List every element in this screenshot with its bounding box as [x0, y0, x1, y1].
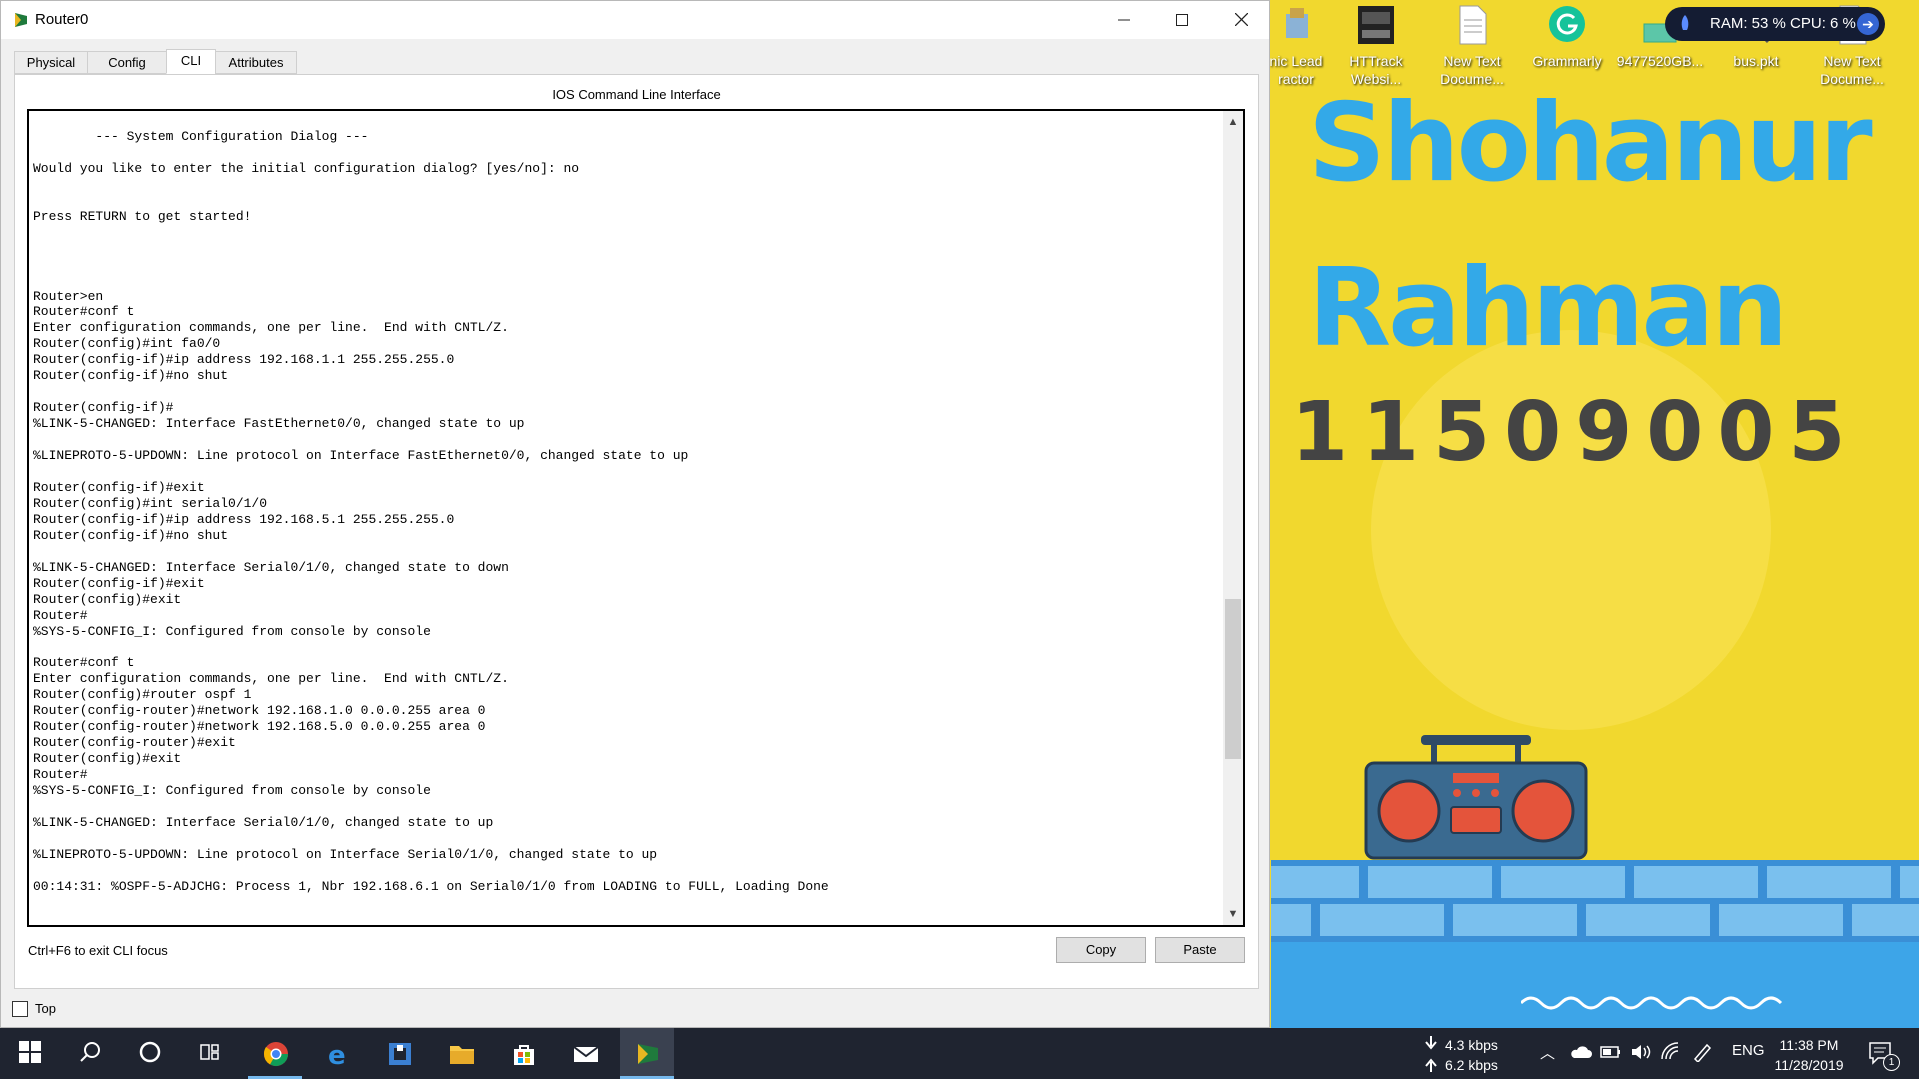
cortana-icon — [139, 1041, 161, 1063]
file-explorer-icon — [450, 1046, 474, 1064]
window-title: Router0 — [35, 11, 89, 28]
upload-arrow-icon — [1425, 1058, 1437, 1072]
wave-decoration — [1521, 996, 1783, 1010]
mail-icon — [573, 1046, 599, 1062]
volume-icon[interactable] — [1630, 1042, 1652, 1062]
app-icon — [389, 1043, 411, 1065]
taskbar: e 4.3 kbps 6.2 kbps ︿ ENG 11:38 PM 11/28… — [0, 1028, 1919, 1079]
desktop-icon-new-text-1[interactable]: New Text Docume... — [1426, 4, 1518, 88]
edge-icon: e — [328, 1041, 346, 1067]
store-icon — [514, 1045, 534, 1065]
close-button[interactable] — [1212, 1, 1270, 39]
resource-monitor-text: RAM: 53 % CPU: 6 % — [1710, 15, 1856, 32]
onedrive-icon[interactable] — [1570, 1042, 1592, 1062]
scrollbar-thumb[interactable] — [1225, 599, 1241, 759]
tab-physical[interactable]: Physical — [14, 51, 88, 74]
wallpaper-id-number: 11509005 — [1291, 385, 1860, 480]
maximize-button[interactable] — [1153, 1, 1211, 39]
paste-button[interactable]: Paste — [1155, 937, 1245, 963]
app-icon — [1286, 8, 1308, 38]
mail-taskbar-button[interactable] — [558, 1028, 612, 1079]
network-download-speed: 4.3 kbps — [1445, 1037, 1498, 1053]
text-file-icon — [1459, 5, 1487, 45]
brick-wall — [1271, 860, 1919, 942]
notification-count: 1 — [1883, 1054, 1900, 1071]
task-view-button[interactable] — [184, 1028, 238, 1079]
battery-icon[interactable] — [1600, 1042, 1622, 1062]
tab-config[interactable]: Config — [87, 51, 167, 74]
chevron-down-icon[interactable]: ▼ — [1223, 905, 1243, 923]
cli-focus-hint: Ctrl+F6 to exit CLI focus — [28, 943, 168, 958]
rocket-icon — [1681, 15, 1689, 30]
arrow-right-icon[interactable]: ➔ — [1857, 13, 1879, 35]
download-arrow-icon — [1425, 1036, 1437, 1050]
desktop-wallpaper: Shohanur Rahman 11509005 — [1271, 0, 1919, 1028]
minimize-button[interactable] — [1095, 1, 1153, 39]
cortana-button[interactable] — [124, 1028, 178, 1079]
packet-tracer-taskbar-button[interactable] — [620, 1028, 674, 1079]
svg-text:e: e — [328, 1041, 346, 1067]
minimize-icon — [1118, 19, 1130, 21]
terminal-scrollbar[interactable]: ▲ ▼ — [1223, 111, 1243, 925]
resource-monitor-widget[interactable]: RAM: 53 % CPU: 6 % ➔ — [1665, 7, 1885, 41]
desktop-icon-grammarly[interactable]: Grammarly — [1521, 4, 1613, 70]
chevron-up-icon[interactable]: ︿ — [1540, 1042, 1555, 1063]
pen-icon[interactable] — [1692, 1042, 1714, 1062]
wallpaper-name-last: Rahman — [1308, 246, 1788, 371]
wallpaper-name-first: Shohanur — [1308, 81, 1873, 206]
cli-output[interactable]: --- System Configuration Dialog --- Woul… — [33, 129, 829, 895]
desktop-icon-httrack[interactable]: HTTrack Websi... — [1330, 4, 1422, 88]
app-taskbar-button[interactable] — [372, 1028, 426, 1079]
grammarly-icon — [1549, 6, 1585, 42]
close-icon — [1234, 12, 1248, 27]
network-upload-speed: 6.2 kbps — [1445, 1057, 1498, 1073]
cli-heading: IOS Command Line Interface — [552, 87, 721, 102]
boombox-illustration — [1364, 735, 1588, 860]
tab-cli[interactable]: CLI — [166, 49, 216, 74]
chevron-up-icon[interactable]: ▲ — [1223, 113, 1243, 131]
clock-date[interactable]: 11/28/2019 — [1774, 1057, 1844, 1073]
water-area — [1271, 942, 1919, 1028]
maximize-icon — [1176, 14, 1188, 26]
copy-button[interactable]: Copy — [1056, 937, 1146, 963]
title-bar[interactable]: Router0 — [1, 1, 1269, 39]
store-taskbar-button[interactable] — [496, 1028, 550, 1079]
search-icon — [80, 1042, 100, 1062]
tab-attributes[interactable]: Attributes — [215, 51, 297, 74]
start-icon — [19, 1041, 41, 1063]
start-button[interactable] — [4, 1028, 58, 1079]
notification-center-button[interactable]: 1 — [1860, 1038, 1900, 1071]
packet-tracer-icon — [638, 1044, 658, 1064]
search-button[interactable] — [64, 1028, 118, 1079]
httrack-icon — [1358, 6, 1394, 44]
top-checkbox-label: Top — [35, 1001, 56, 1016]
edge-taskbar-button[interactable]: e — [310, 1028, 364, 1079]
task-view-icon — [200, 1044, 219, 1060]
packet-tracer-icon — [15, 13, 27, 27]
cli-panel: IOS Command Line Interface --- System Co… — [14, 74, 1259, 989]
cli-terminal[interactable]: --- System Configuration Dialog --- Woul… — [27, 109, 1245, 927]
language-indicator[interactable]: ENG — [1732, 1042, 1765, 1059]
wifi-icon[interactable] — [1660, 1042, 1682, 1062]
clock-time[interactable]: 11:38 PM — [1774, 1037, 1844, 1053]
router-window: Router0 Physical Config CLI Attributes I… — [0, 0, 1270, 1028]
file-explorer-taskbar-button[interactable] — [434, 1028, 488, 1079]
top-checkbox[interactable] — [12, 1001, 28, 1017]
chrome-icon — [263, 1042, 288, 1067]
chrome-taskbar-button[interactable] — [248, 1028, 302, 1079]
